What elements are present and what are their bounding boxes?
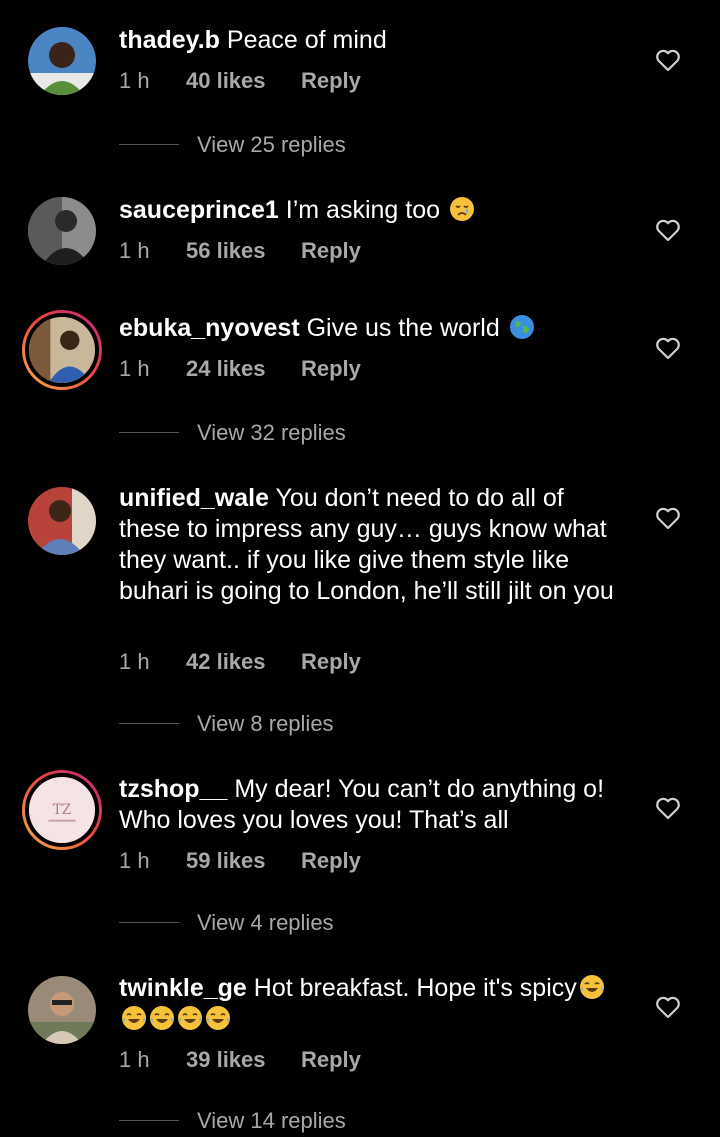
timestamp: 1 h xyxy=(119,238,150,263)
comment-text: Hot breakfast. Hope it's spicy xyxy=(253,974,577,1002)
divider-line xyxy=(119,144,179,145)
timestamp: 1 h xyxy=(119,1047,150,1072)
comment-text: I’m asking too xyxy=(285,196,441,224)
username[interactable]: thadey.b xyxy=(119,26,220,54)
comment-text: Give us the world xyxy=(306,314,500,342)
username[interactable]: twinkle_ge xyxy=(119,974,247,1002)
timestamp: 1 h xyxy=(119,848,150,873)
timestamp: 1 h xyxy=(119,649,150,674)
likes-count[interactable]: 56 likes xyxy=(186,236,266,266)
avatar[interactable] xyxy=(28,27,96,95)
reply-button[interactable]: Reply xyxy=(301,1045,361,1075)
timestamp: 1 h xyxy=(119,68,150,93)
tears-of-joy-icon xyxy=(121,1005,147,1031)
divider-line xyxy=(119,922,179,923)
heart-icon[interactable] xyxy=(655,995,681,1019)
tears-of-joy-icon xyxy=(177,1005,203,1031)
avatar[interactable] xyxy=(28,487,96,555)
svg-text:TZ: TZ xyxy=(53,802,72,818)
reply-button[interactable]: Reply xyxy=(301,236,361,266)
avatar-story-ring[interactable]: TZ xyxy=(22,770,102,850)
username[interactable]: unified_wale xyxy=(119,484,269,512)
tears-of-joy-icon xyxy=(149,1005,175,1031)
divider-line xyxy=(119,1120,179,1121)
heart-icon[interactable] xyxy=(655,336,681,360)
username[interactable]: sauceprince1 xyxy=(119,196,279,224)
globe-icon xyxy=(509,314,535,340)
comment-text-block: twinkle_ge Hot breakfast. Hope it's spic… xyxy=(119,973,619,1035)
comment-text-block: ebuka_nyovest Give us the world xyxy=(119,313,619,344)
view-replies-label[interactable]: View 32 replies xyxy=(197,418,346,448)
comment-text-block: thadey.b Peace of mind xyxy=(119,25,619,56)
view-replies-label[interactable]: View 25 replies xyxy=(197,130,346,160)
likes-count[interactable]: 40 likes xyxy=(186,66,266,96)
avatar[interactable] xyxy=(28,197,96,265)
timestamp: 1 h xyxy=(119,356,150,381)
view-replies-label[interactable]: View 8 replies xyxy=(197,709,334,739)
reply-button[interactable]: Reply xyxy=(301,66,361,96)
comment-text-block: tzshop__ My dear! You can’t do anything … xyxy=(119,774,619,836)
avatar-story-ring[interactable] xyxy=(22,310,102,390)
view-replies-label[interactable]: View 4 replies xyxy=(197,908,334,938)
comment-text-block: sauceprince1 I’m asking too xyxy=(119,195,619,226)
reply-button[interactable]: Reply xyxy=(301,846,361,876)
username[interactable]: ebuka_nyovest xyxy=(119,314,300,342)
crying-face-icon xyxy=(449,196,475,222)
comment-text-block: unified_wale You don’t need to do all of… xyxy=(119,483,619,607)
tears-of-joy-icon xyxy=(205,1005,231,1031)
divider-line xyxy=(119,432,179,433)
view-replies-label[interactable]: View 14 replies xyxy=(197,1106,346,1136)
reply-button[interactable]: Reply xyxy=(301,354,361,384)
reply-button[interactable]: Reply xyxy=(301,647,361,677)
heart-icon[interactable] xyxy=(655,796,681,820)
comment-text: Peace of mind xyxy=(226,26,387,54)
username[interactable]: tzshop__ xyxy=(119,775,227,803)
heart-icon[interactable] xyxy=(655,48,681,72)
divider-line xyxy=(119,723,179,724)
likes-count[interactable]: 59 likes xyxy=(186,846,266,876)
tears-of-joy-icon xyxy=(579,974,605,1000)
likes-count[interactable]: 24 likes xyxy=(186,354,266,384)
likes-count[interactable]: 39 likes xyxy=(186,1045,266,1075)
likes-count[interactable]: 42 likes xyxy=(186,647,266,677)
heart-icon[interactable] xyxy=(655,218,681,242)
heart-icon[interactable] xyxy=(655,506,681,530)
avatar[interactable] xyxy=(28,976,96,1044)
